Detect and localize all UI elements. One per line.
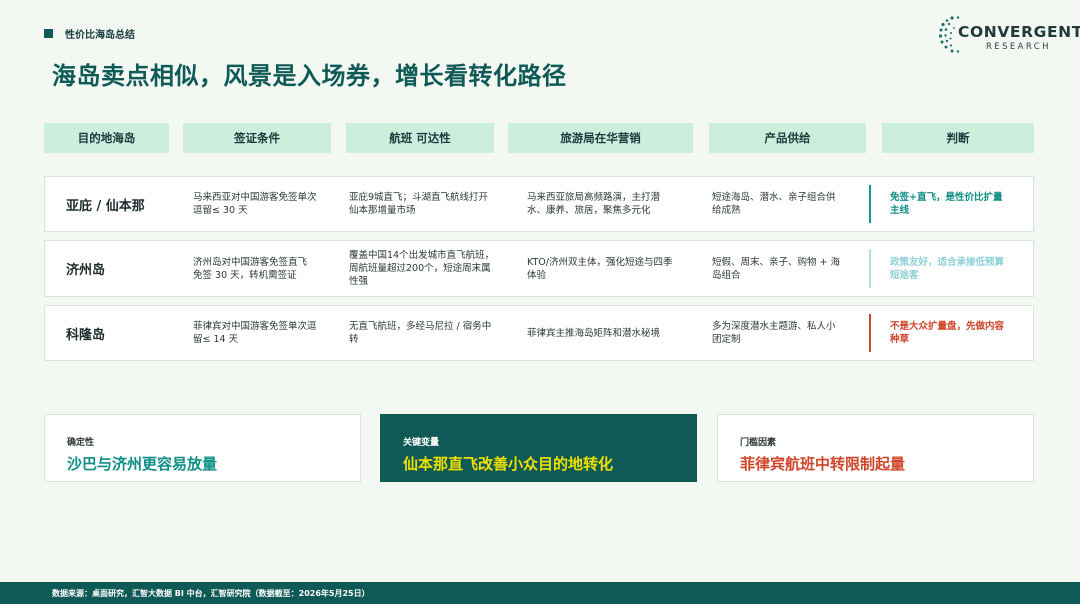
- section-tag: 性价比海岛总结: [44, 26, 135, 41]
- row-destination: 济州岛: [66, 263, 106, 278]
- row-visa: 菲律宾对中国游客免签单次逗留≤ 14 天: [193, 321, 317, 345]
- row-supply: 短途海岛、潜水、亲子组合供给成熟: [712, 192, 836, 216]
- row-marketing: KTO/济州双主体，强化短途与四季体验: [527, 256, 673, 281]
- card-title: 仙本那直飞改善小众目的地转化: [403, 455, 614, 473]
- table-row: 济州岛 济州岛对中国游客免签直飞免签 30 天，转机需签证 覆盖中国14个出发城…: [44, 240, 1034, 297]
- card-label: 关键变量: [403, 438, 440, 448]
- row-supply: 短假、周末、亲子、购物 + 海岛组合: [712, 256, 840, 281]
- logo-name: CONVERGENT: [958, 23, 1080, 41]
- row-flights: 覆盖中国14个出发城市直飞航班，周航班量超过200个，短途周末属性强: [349, 250, 495, 287]
- row-marketing: 马来西亚旅局高频路演，主打潜水、康养、旅居，聚焦多元化: [527, 192, 661, 216]
- card-label: 确定性: [67, 438, 95, 448]
- header-flights: 航班 可达性: [346, 123, 494, 153]
- card-title: 沙巴与济州更容易放量: [67, 455, 218, 473]
- row-supply: 多为深度潜水主题游、私人小团定制: [712, 321, 836, 345]
- page-title: 海岛卖点相似，风景是入场券，增长看转化路径: [52, 62, 567, 90]
- summary-card-certainty: 确定性 沙巴与济州更容易放量: [44, 414, 361, 482]
- header-destination: 目的地海岛: [44, 123, 169, 153]
- row-verdict: 政策友好，适合承接低预算短途客: [869, 249, 1019, 288]
- table-row: 亚庇 / 仙本那 马来西亚对中国游客免签单次逗留≤ 30 天 亚庇9城直飞；斗湖…: [44, 176, 1034, 232]
- header-verdict: 判断: [882, 123, 1034, 153]
- card-title: 菲律宾航班中转限制起量: [740, 455, 906, 473]
- header-visa: 签证条件: [183, 123, 331, 153]
- row-visa: 济州岛对中国游客免签直飞免签 30 天，转机需签证: [193, 256, 308, 281]
- header-supply: 产品供给: [709, 123, 866, 153]
- row-flights: 无直飞航班，多经马尼拉 / 宿务中转: [349, 321, 492, 345]
- company-logo: CONVERGENT RESEARCH: [938, 12, 1080, 56]
- row-flights: 亚庇9城直飞；斗湖直飞航线打开仙本那增量市场: [349, 192, 489, 216]
- section-tag-label: 性价比海岛总结: [65, 30, 135, 41]
- section-marker: [44, 29, 53, 38]
- row-verdict: 不是大众扩量盘，先做内容种草: [869, 314, 1019, 352]
- footer-text: 数据来源：桌面研究，汇智大数据 BI 中台，汇智研究院（数据截至：2026年5月…: [52, 588, 370, 598]
- logo-subtitle: RESEARCH: [986, 42, 1051, 52]
- row-verdict: 免签+直飞，是性价比扩量主线: [869, 185, 1019, 223]
- row-destination: 亚庇 / 仙本那: [66, 198, 145, 214]
- summary-card-threshold: 门槛因素 菲律宾航班中转限制起量: [717, 414, 1034, 482]
- header-marketing: 旅游局在华营销: [508, 123, 693, 153]
- summary-card-key-variable: 关键变量 仙本那直飞改善小众目的地转化: [380, 414, 697, 482]
- card-label: 门槛因素: [740, 438, 777, 448]
- row-visa: 马来西亚对中国游客免签单次逗留≤ 30 天: [193, 192, 317, 216]
- table-row: 科隆岛 菲律宾对中国游客免签单次逗留≤ 14 天 无直飞航班，多经马尼拉 / 宿…: [44, 305, 1034, 361]
- row-destination: 科隆岛: [66, 327, 106, 343]
- row-marketing: 菲律宾主推海岛矩阵和潜水秘境: [527, 327, 661, 339]
- footer-source: 数据来源：桌面研究，汇智大数据 BI 中台，汇智研究院（数据截至：2026年5月…: [0, 582, 1080, 604]
